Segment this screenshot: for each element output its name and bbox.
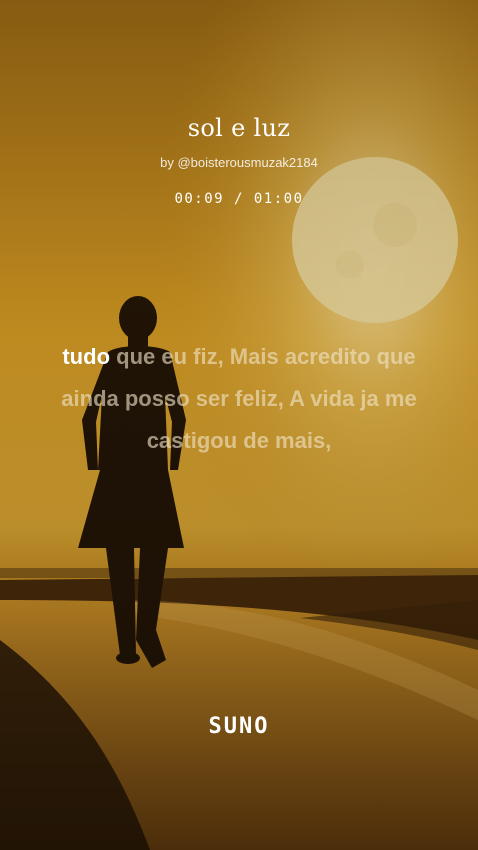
suno-logo: SUNO (208, 714, 270, 739)
artist-byline: by @boisterousmuzak2184 (160, 155, 318, 170)
playback-time: 00:09 / 01:00 (174, 191, 304, 207)
song-title: sol e luz (187, 114, 291, 142)
lyric-active-word: tudo (62, 344, 111, 369)
lyrics-block: tudo que eu fiz, Mais acredito que ainda… (40, 336, 438, 462)
lyric-upcoming-text: que eu fiz, Mais acredito que ainda poss… (61, 344, 417, 453)
player-screen: sol e luz by @boisterousmuzak2184 00:09 … (0, 0, 478, 850)
